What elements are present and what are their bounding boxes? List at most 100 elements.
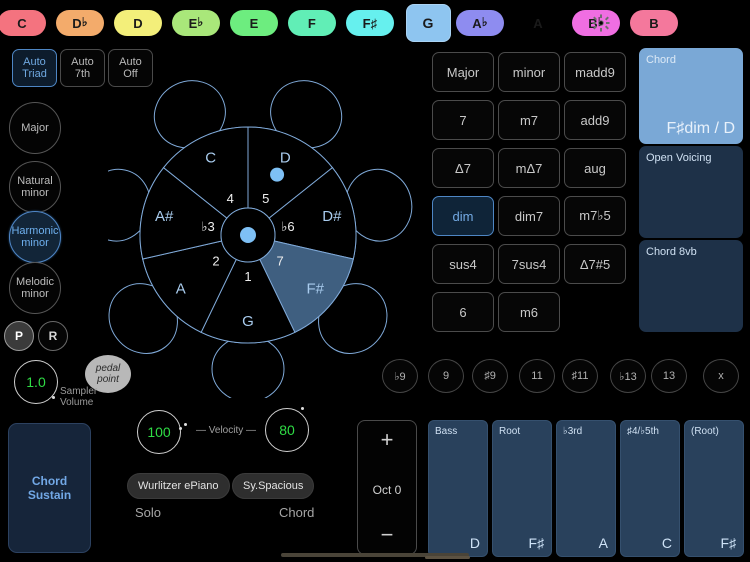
extension-button-x9[interactable]: ♭9 xyxy=(382,359,418,393)
chord-type-dim[interactable]: dim xyxy=(432,196,494,236)
chord-type-m7[interactable]: mΔ7 xyxy=(498,148,560,188)
key-button-label: F♯ xyxy=(362,15,378,31)
extension-button-x11[interactable]: ♯11 xyxy=(562,359,598,393)
knob-indicator-dot xyxy=(301,407,304,410)
extension-button-11[interactable]: 11 xyxy=(519,359,555,393)
octave-up-button[interactable]: + xyxy=(381,429,394,451)
chord-type-sus4[interactable]: sus4 xyxy=(432,244,494,284)
chord-type-7[interactable]: Δ7 xyxy=(432,148,494,188)
key-button-E[interactable]: E xyxy=(230,10,278,36)
wheel-petal-G[interactable] xyxy=(211,335,285,398)
gear-icon[interactable] xyxy=(592,14,610,32)
app-root: CD♭DE♭EFF♯GA♭AB♭B AutoTriadAuto7thAutoOf… xyxy=(0,0,750,562)
chord-type-6[interactable]: 6 xyxy=(432,292,494,332)
scale-line2: minor xyxy=(21,288,49,300)
key-button-Dflat[interactable]: D ♭ xyxy=(56,10,104,36)
note-column-value: F♯ xyxy=(528,535,544,551)
chord-sustain-pad[interactable]: Chord Sustain xyxy=(8,423,91,553)
key-button-Eflat[interactable]: E ♭ xyxy=(172,10,220,36)
chord-type-aug[interactable]: aug xyxy=(564,148,626,188)
wheel-label-G: G xyxy=(242,313,254,330)
chord-type-label: m7 xyxy=(519,112,539,128)
chord-8vb-panel[interactable]: Chord 8vb xyxy=(639,240,743,332)
note-column-Bass[interactable]: Bass D xyxy=(428,420,488,557)
key-button-Aflat[interactable]: A ♭ xyxy=(456,10,504,36)
chord-type-75[interactable]: Δ7#5 xyxy=(564,244,626,284)
octave-down-button[interactable]: − xyxy=(381,524,394,546)
scale-button-melodic-minor[interactable]: Melodic minor xyxy=(9,262,61,314)
note-column-3rd[interactable]: ♭3rd A xyxy=(556,420,616,557)
wheel-degree-7: 7 xyxy=(276,254,283,269)
chord-type-m6[interactable]: m6 xyxy=(498,292,560,332)
chord-wheel[interactable]: D D# F# G A A# C 5 ♭6 7 1 2 ♭3 4 xyxy=(108,48,428,398)
chord-type-minor[interactable]: minor xyxy=(498,52,560,92)
pr-button-p[interactable]: P xyxy=(4,321,34,351)
auto-button-7th[interactable]: Auto 7th xyxy=(60,49,105,87)
pr-button-r[interactable]: R xyxy=(38,321,68,351)
chord-8vb-header: Chord 8vb xyxy=(646,246,697,258)
note-column-45th[interactable]: ♯4/♭5th C xyxy=(620,420,680,557)
extension-button-13[interactable]: 13 xyxy=(651,359,687,393)
pr-button-label: P xyxy=(14,329,23,343)
scale-line1: Melodic xyxy=(16,276,54,288)
chord-type-m75[interactable]: m7♭5 xyxy=(564,196,626,236)
extension-button-x9[interactable]: ♯9 xyxy=(472,359,508,393)
chord-type-7[interactable]: 7 xyxy=(432,100,494,140)
chord-type-label: 6 xyxy=(459,304,467,320)
solo-caption: Solo xyxy=(135,505,162,520)
chord-type-Major[interactable]: Major xyxy=(432,52,494,92)
octave-stepper[interactable]: + Oct 0 − xyxy=(357,420,417,555)
chord-type-label: aug xyxy=(584,160,606,176)
extension-label: x xyxy=(718,370,724,382)
horizontal-scrollbar-thumb[interactable] xyxy=(425,556,470,559)
wheel-label-Asharp: A# xyxy=(155,208,174,225)
key-button-label: A xyxy=(533,15,543,31)
knob-indicator-dot-2 xyxy=(184,423,187,426)
extension-button-x[interactable]: x xyxy=(703,359,739,393)
chord-type-7sus4[interactable]: 7sus4 xyxy=(498,244,560,284)
flat-symbol: ♭ xyxy=(81,15,88,29)
solo-velocity-knob[interactable]: 100 xyxy=(137,410,187,454)
scale-button-natural-minor[interactable]: Natural minor xyxy=(9,161,61,213)
sampler-volume-knob[interactable]: 1.0 xyxy=(14,360,58,404)
scale-button-major[interactable]: Major xyxy=(9,102,61,154)
extension-label: ♯9 xyxy=(484,370,496,382)
scale-button-harmonic-minor[interactable]: Harmonic minor xyxy=(9,211,61,263)
solo-instrument-button[interactable]: Wurlitzer ePiano xyxy=(127,473,230,499)
chord-display-panel[interactable]: Chord F♯dim / D xyxy=(639,48,743,144)
chord-panel-header: Chord xyxy=(646,54,676,66)
note-column-label: Root xyxy=(499,426,521,437)
chord-type-dim7[interactable]: dim7 xyxy=(498,196,560,236)
chord-type-add9[interactable]: add9 xyxy=(564,100,626,140)
note-column-label: ♯4/♭5th xyxy=(627,426,659,437)
key-button-A[interactable]: A xyxy=(514,10,562,36)
key-button-B[interactable]: B xyxy=(630,10,678,36)
open-voicing-panel[interactable]: Open Voicing xyxy=(639,146,743,238)
chord-type-madd9[interactable]: madd9 xyxy=(564,52,626,92)
chord-type-m7[interactable]: m7 xyxy=(498,100,560,140)
chord-velocity-knob[interactable]: 80 xyxy=(265,407,309,452)
key-button-C[interactable]: C xyxy=(0,10,46,36)
extension-button-x13[interactable]: ♭13 xyxy=(610,359,646,393)
note-column-Root[interactable]: (Root) F♯ xyxy=(684,420,744,557)
chord-sustain-line1: Chord xyxy=(31,474,68,488)
sampler-volume-label-line1: Sampler xyxy=(60,386,98,397)
chord-type-label: dim7 xyxy=(514,208,544,224)
chord-instrument-button[interactable]: Sy.Spacious xyxy=(232,473,315,499)
key-button-F[interactable]: F xyxy=(288,10,336,36)
wheel-center-dot[interactable] xyxy=(240,227,256,243)
wheel-label-Dsharp: D# xyxy=(322,208,342,225)
wheel-degree-b3: ♭3 xyxy=(201,219,214,234)
extension-button-9[interactable]: 9 xyxy=(428,359,464,393)
extension-label: 9 xyxy=(442,370,450,382)
key-button-G[interactable]: G xyxy=(405,4,451,42)
auto-button-triad[interactable]: Auto Triad xyxy=(12,49,57,87)
note-column-Root[interactable]: Root F♯ xyxy=(492,420,552,557)
wheel-label-D: D xyxy=(280,150,291,167)
wheel-degree-b6: ♭6 xyxy=(281,219,294,234)
key-button-D[interactable]: D xyxy=(114,10,162,36)
wheel-degree-2: 2 xyxy=(212,254,219,269)
auto-button-line1: Auto xyxy=(71,56,94,68)
key-button-F♯[interactable]: F♯ xyxy=(346,10,394,36)
chord-type-label: minor xyxy=(512,64,546,80)
